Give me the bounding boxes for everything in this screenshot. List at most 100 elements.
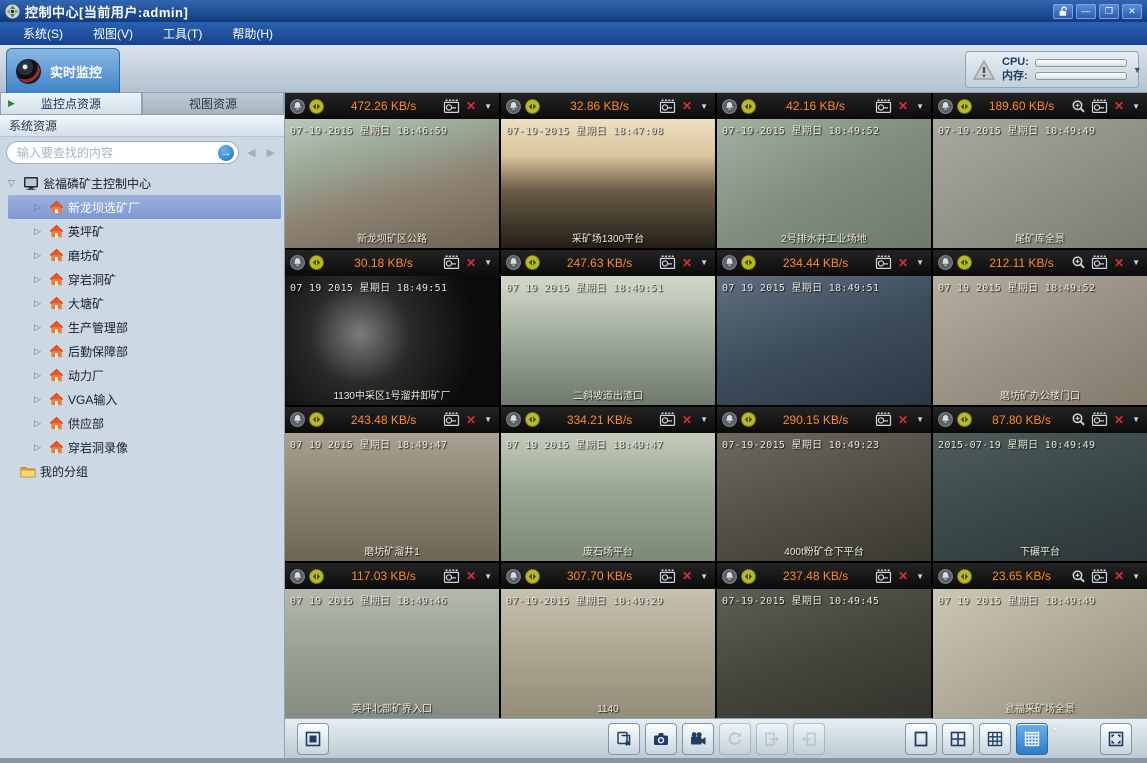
record-film-icon[interactable] (1091, 412, 1108, 427)
stream-dropdown-icon[interactable]: ▼ (914, 415, 926, 424)
resource-tab-0[interactable]: ▶监控点资源 (0, 93, 142, 115)
bell-icon[interactable] (506, 99, 521, 114)
perf-dropdown-icon[interactable]: ▼ (1133, 65, 1142, 75)
ptz-icon[interactable] (525, 569, 540, 584)
stream-dropdown-icon[interactable]: ▼ (1130, 415, 1142, 424)
search-prev-icon[interactable]: ◀ (244, 146, 258, 159)
video-feed[interactable]: 07 19 2015 星期日 18:49:51二斜坡道出渣口 (501, 276, 715, 405)
close-stream-icon[interactable]: ✕ (1112, 569, 1126, 583)
close-stream-icon[interactable]: ✕ (680, 256, 694, 270)
close-stream-icon[interactable]: ✕ (896, 413, 910, 427)
close-stream-icon[interactable]: ✕ (464, 99, 478, 113)
video-cell-5[interactable]: 247.63 KB/s✕▼07 19 2015 星期日 18:49:51二斜坡道… (501, 250, 715, 405)
video-feed[interactable]: 07 19 2015 星期日 18:49:47废石场平台 (501, 433, 715, 562)
tree-item-7[interactable]: ▷动力厂 (0, 363, 284, 387)
ptz-icon[interactable] (525, 412, 540, 427)
close-stream-icon[interactable]: ✕ (896, 256, 910, 270)
stream-dropdown-icon[interactable]: ▼ (482, 572, 494, 581)
zoom-tool-icon[interactable] (1071, 412, 1087, 427)
record-film-icon[interactable] (1091, 99, 1108, 114)
ptz-icon[interactable] (957, 99, 972, 114)
ptz-icon[interactable] (309, 99, 324, 114)
search-input[interactable] (17, 146, 218, 160)
video-cell-15[interactable]: 23.65 KB/s✕▼07 19 2015 星期日 18:49:49瓮福采矿场… (933, 563, 1147, 718)
tree-item-0[interactable]: ▷新龙坝选矿厂 (8, 195, 281, 219)
tree-caret-icon[interactable]: ▷ (34, 394, 45, 405)
tree-caret-icon[interactable]: ▷ (34, 250, 45, 261)
video-cell-13[interactable]: 307.70 KB/s✕▼07-19-2015 星期日 10:49:291140 (501, 563, 715, 718)
video-cell-10[interactable]: 290.15 KB/s✕▼07-19-2015 星期日 10:49:23400t… (717, 407, 931, 562)
ptz-icon[interactable] (957, 412, 972, 427)
ptz-icon[interactable] (741, 412, 756, 427)
bell-icon[interactable] (290, 255, 305, 270)
ptz-icon[interactable] (309, 412, 324, 427)
ptz-icon[interactable] (957, 255, 972, 270)
zoom-tool-icon[interactable] (1071, 255, 1087, 270)
stream-dropdown-icon[interactable]: ▼ (698, 102, 710, 111)
video-cell-8[interactable]: 243.48 KB/s✕▼07 19 2015 星期日 18:49:47磨坊矿溜… (285, 407, 499, 562)
record-film-icon[interactable] (875, 99, 892, 114)
video-feed[interactable]: 07 19 2015 星期日 18:49:47磨坊矿溜井1 (285, 433, 499, 562)
unlock-button[interactable] (1053, 4, 1073, 19)
resource-tab-1[interactable]: 视图资源 (142, 93, 284, 115)
tree-caret-icon[interactable]: ▷ (34, 442, 45, 453)
search-next-icon[interactable]: ▶ (264, 146, 278, 159)
bell-icon[interactable] (938, 569, 953, 584)
fullscreen-button[interactable] (1100, 723, 1132, 755)
close-stream-icon[interactable]: ✕ (1112, 256, 1126, 270)
close-all-button[interactable] (608, 723, 640, 755)
layout-16-button[interactable] (1016, 723, 1048, 755)
record-film-icon[interactable] (443, 99, 460, 114)
bell-icon[interactable] (938, 255, 953, 270)
close-stream-icon[interactable]: ✕ (464, 413, 478, 427)
record-film-icon[interactable] (875, 412, 892, 427)
stream-dropdown-icon[interactable]: ▼ (698, 572, 710, 581)
bell-icon[interactable] (938, 99, 953, 114)
record-film-icon[interactable] (875, 569, 892, 584)
bell-icon[interactable] (722, 412, 737, 427)
video-feed[interactable]: 07-19-2015 星期日 10:49:291140 (501, 589, 715, 718)
close-stream-icon[interactable]: ✕ (1112, 99, 1126, 113)
snapshot-button[interactable] (645, 723, 677, 755)
ptz-icon[interactable] (525, 99, 540, 114)
menu-item-0[interactable]: 系统(S) (8, 22, 78, 45)
bell-icon[interactable] (938, 412, 953, 427)
video-cell-1[interactable]: 32.86 KB/s✕▼07-19-2015 星期日 18:47:08采矿场13… (501, 93, 715, 248)
layout-4-button[interactable] (942, 723, 974, 755)
bell-icon[interactable] (290, 569, 305, 584)
record-film-icon[interactable] (875, 255, 892, 270)
ptz-icon[interactable] (525, 255, 540, 270)
tree-caret-icon[interactable]: ▷ (34, 274, 45, 285)
tab-live-monitoring[interactable]: 实时监控 (6, 48, 120, 93)
record-film-icon[interactable] (659, 412, 676, 427)
minimize-button[interactable]: — (1076, 4, 1096, 19)
video-cell-3[interactable]: 189.60 KB/s✕▼07-19-2015 星期日 10:49:49尾矿库全… (933, 93, 1147, 248)
close-stream-icon[interactable]: ✕ (464, 569, 478, 583)
system-resource-header[interactable]: 系统资源 (0, 115, 284, 137)
close-stream-icon[interactable]: ✕ (896, 99, 910, 113)
menu-item-1[interactable]: 视图(V) (78, 22, 148, 45)
video-cell-9[interactable]: 334.21 KB/s✕▼07 19 2015 星期日 18:49:47废石场平… (501, 407, 715, 562)
stream-dropdown-icon[interactable]: ▼ (482, 102, 494, 111)
video-cell-2[interactable]: 42.16 KB/s✕▼07-19-2015 星期日 10:49:522号排水井… (717, 93, 931, 248)
tree-caret-icon[interactable]: ▷ (34, 202, 45, 213)
record-film-icon[interactable] (443, 569, 460, 584)
video-feed[interactable]: 07-19-2015 星期日 10:49:45 (717, 589, 931, 718)
tree-item-6[interactable]: ▷后勤保障部 (0, 339, 284, 363)
ptz-icon[interactable] (741, 255, 756, 270)
record-film-icon[interactable] (443, 255, 460, 270)
close-stream-icon[interactable]: ✕ (464, 256, 478, 270)
bell-icon[interactable] (506, 569, 521, 584)
record-film-icon[interactable] (659, 99, 676, 114)
tree-item-9[interactable]: ▷供应部 (0, 411, 284, 435)
close-stream-icon[interactable]: ✕ (896, 569, 910, 583)
video-feed[interactable]: 07 19 2015 星期日 18:49:46英坪北部矿界入口 (285, 589, 499, 718)
close-button[interactable]: ✕ (1122, 4, 1142, 19)
video-feed[interactable]: 07 19 2015 星期日 18:49:51 (717, 276, 931, 405)
video-feed[interactable]: 07 19 2015 星期日 18:49:511130中采区1号溜井卸矿厂 (285, 276, 499, 405)
bell-icon[interactable] (290, 412, 305, 427)
stream-dropdown-icon[interactable]: ▼ (482, 415, 494, 424)
video-feed[interactable]: 07-19-2015 星期日 10:49:522号排水井工业场地 (717, 119, 931, 248)
zoom-tool-icon[interactable] (1071, 99, 1087, 114)
menu-item-3[interactable]: 帮助(H) (217, 22, 288, 45)
